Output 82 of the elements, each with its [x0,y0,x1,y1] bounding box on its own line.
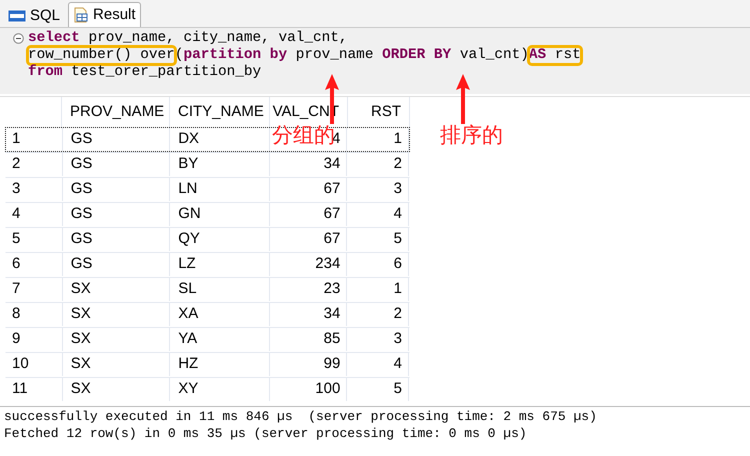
table-cell: SX [62,303,170,326]
table-cell: DX [170,128,270,151]
table-cell: GS [62,153,170,176]
table-cell: 67 [270,203,348,226]
table-row[interactable]: 3 GS LN 67 3 [5,177,410,202]
row-number: 4 [6,203,63,226]
database-icon [8,10,26,22]
table-cell: 4 [347,203,409,226]
row-number: 3 [6,178,63,201]
highlighted-code: AS rst [528,47,581,64]
table-cell: SX [62,378,170,401]
code-text: from test_orer_partition_by [28,64,262,81]
table-row[interactable]: 7 SX SL 23 1 [5,277,410,302]
table-cell: 1 [347,278,409,301]
table-cell: 100 [270,378,348,401]
table-row[interactable]: 4 GS GN 67 4 [5,202,410,227]
table-cell: SX [62,353,170,376]
table-cell: XY [170,378,270,401]
table-cell: GS [62,203,170,226]
row-number: 2 [6,153,63,176]
table-row[interactable]: 11 SX XY 100 5 [5,377,410,402]
table-cell: 6 [347,253,409,276]
table-cell: QY [170,228,270,251]
table-cell: 34 [270,153,348,176]
collapse-icon[interactable] [13,33,24,44]
row-number: 5 [6,228,63,251]
code-text: (partition by prov_name ORDER BY val_cnt) [174,47,529,64]
table-cell: 85 [270,328,348,351]
table-cell: YA [170,328,270,351]
table-cell: 5 [347,228,409,251]
column-header[interactable]: CITY_NAME [170,97,270,127]
table-row[interactable]: 6 GS LZ 234 6 [5,252,410,277]
table-cell: 4 [347,353,409,376]
table-cell: 34 [270,303,348,326]
tab[interactable]: Result [68,2,141,27]
table-cell: 3 [347,178,409,201]
table-icon [73,7,90,23]
table-cell: GS [62,228,170,251]
table-cell: 5 [347,378,409,401]
table-cell: 234 [270,253,348,276]
row-number: 6 [6,253,63,276]
table-cell: HZ [170,353,270,376]
table-cell: GS [62,128,170,151]
column-header[interactable]: RST [348,97,410,127]
table-row[interactable]: 9 SX YA 85 3 [5,327,410,352]
row-number: 8 [6,303,63,326]
table-row[interactable]: 10 SX HZ 99 4 [5,352,410,377]
table-cell: LZ [170,253,270,276]
table-cell: GS [62,253,170,276]
log-message: Fetched 12 row(s) in 0 ms 35 µs (server processing time: 0 ms 0 µs) [4,425,528,442]
row-number: 7 [6,278,63,301]
highlighted-code: row_number() over [28,47,175,64]
table-cell: 3 [347,328,409,351]
table-cell: 2 [347,153,409,176]
row-number: 11 [6,378,63,401]
code-text: select prov_name, city_name, val_cnt, [28,30,348,47]
table-cell: XA [170,303,270,326]
row-number: 10 [6,353,63,376]
column-header[interactable]: PROV_NAME [62,97,170,127]
table-cell: GS [62,178,170,201]
sql-editor[interactable]: select prov_name, city_name, val_cnt, row_number() over(partition by prov_name ORDER BY val_cnt)AS rst from test_orer_partition_by [0,28,750,94]
table-cell: 67 [270,228,348,251]
table-cell: 23 [270,278,348,301]
table-cell: SX [62,328,170,351]
table-cell: 99 [270,353,348,376]
tab[interactable]: SQL [4,5,64,27]
table-row[interactable]: 2 GS BY 34 2 [5,152,410,177]
table-cell: 1 [347,128,409,151]
annotation-label: 排序的 [440,123,503,149]
table-cell: SX [62,278,170,301]
table-cell: 67 [270,178,348,201]
row-number: 1 [6,128,63,151]
table-cell: BY [170,153,270,176]
annotation-arrow [456,74,470,124]
table-row[interactable]: 8 SX XA 34 2 [5,302,410,327]
table-cell: SL [170,278,270,301]
table-row[interactable]: 5 GS QY 67 5 [5,227,410,252]
row-number: 9 [6,328,63,351]
table-cell: GN [170,203,270,226]
table-cell: 2 [347,303,409,326]
table-cell: LN [170,178,270,201]
log-message: successfully executed in 11 ms 846 µs (server processing time: 2 ms 675 µs) [4,408,598,425]
